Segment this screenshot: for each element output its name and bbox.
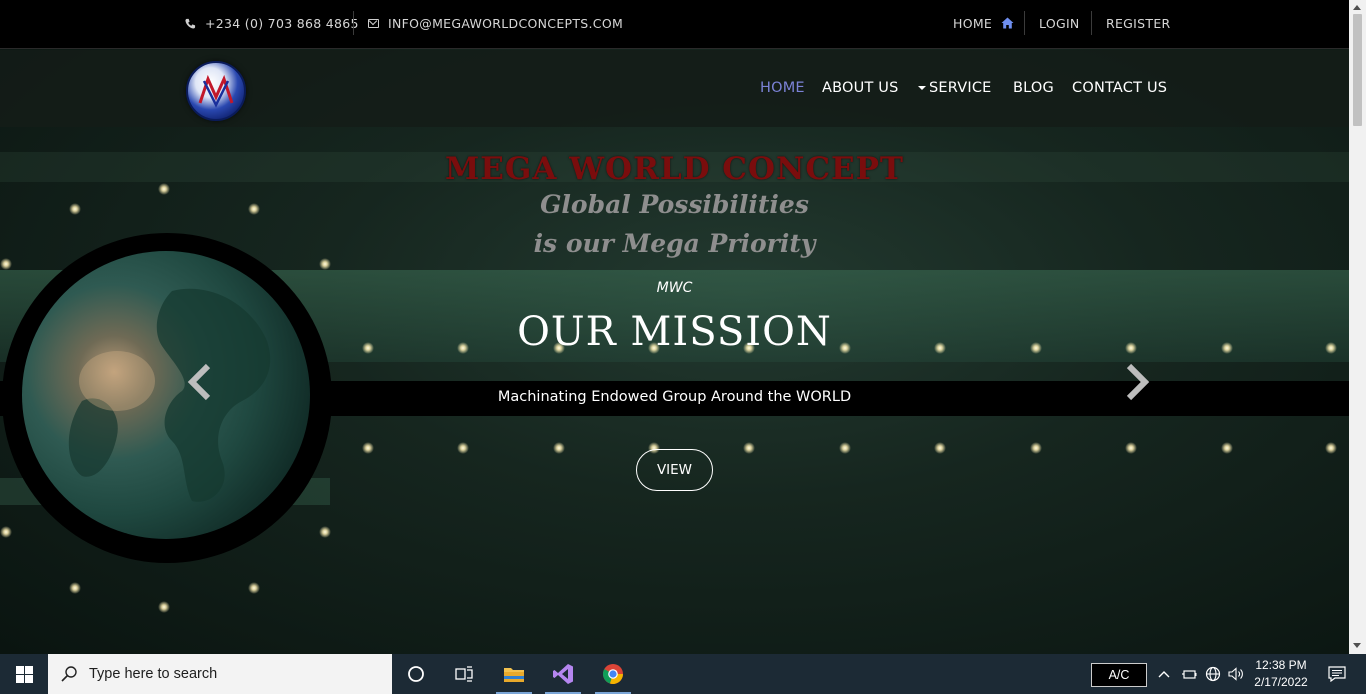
hero-light	[362, 442, 374, 454]
action-center-button[interactable]	[1317, 654, 1357, 694]
hero-light	[319, 258, 331, 270]
visual-studio-icon	[553, 664, 573, 684]
task-view-icon	[455, 666, 473, 682]
start-button[interactable]	[0, 654, 48, 694]
battery-plug-icon	[1182, 670, 1197, 679]
taskbar-file-explorer[interactable]	[494, 654, 534, 694]
clock-date: 2/17/2022	[1254, 675, 1308, 689]
nav-about-us[interactable]: ABOUT US	[822, 80, 899, 96]
home-icon	[1001, 17, 1014, 29]
taskbar-clock[interactable]: 12:38 PM 2/17/2022	[1250, 657, 1312, 691]
hero-light	[69, 582, 81, 594]
contact-phone[interactable]: +234 (0) 703 868 4865	[185, 0, 359, 46]
hero-light	[1221, 442, 1233, 454]
top-info-bar: +234 (0) 703 868 4865 INFO@MEGAWORLDCONC…	[0, 0, 1349, 49]
nav-blog[interactable]: BLOG	[1013, 80, 1054, 96]
caret-down-icon	[918, 86, 926, 90]
top-home-link[interactable]: HOME	[953, 0, 1014, 46]
tray-volume[interactable]	[1225, 654, 1247, 694]
show-hidden-icons[interactable]	[1154, 654, 1174, 694]
contact-email[interactable]: INFO@MEGAWORLDCONCEPTS.COM	[368, 0, 623, 46]
search-icon	[61, 666, 77, 682]
windows-logo-icon	[15, 665, 33, 683]
hero-light	[0, 258, 12, 270]
search-placeholder: Type here to search	[89, 666, 218, 682]
hero-light	[553, 442, 565, 454]
taskbar-visual-studio[interactable]	[543, 654, 583, 694]
clock-time: 12:38 PM	[1255, 658, 1307, 672]
hero-tagline-line-1: Global Possibilities	[540, 190, 809, 219]
carousel-next-icon[interactable]	[1117, 362, 1157, 402]
hero-title: OUR MISSION	[517, 309, 832, 355]
hero-light	[319, 526, 331, 538]
hero-tagline-line-2: is our Mega Priority	[533, 229, 816, 258]
cortana-button[interactable]	[396, 654, 436, 694]
hero-brand-title: MEGA WORLD CONCEPT	[444, 151, 904, 187]
hero-light	[1030, 442, 1042, 454]
hero-kicker: MWC	[656, 280, 693, 296]
nav-contact-us[interactable]: CONTACT US	[1072, 80, 1167, 96]
scroll-down-icon[interactable]	[1353, 643, 1361, 648]
taskbar-search-box[interactable]: Type here to search	[48, 654, 392, 694]
speaker-icon	[1228, 667, 1243, 681]
site-logo[interactable]	[186, 61, 246, 121]
phone-number: +234 (0) 703 868 4865	[205, 15, 359, 31]
top-home-label: HOME	[953, 15, 993, 31]
tray-ac-label[interactable]: A/C	[1091, 663, 1147, 687]
notification-icon	[1328, 666, 1346, 682]
windows-taskbar: Type here to search A/C 12:38 PM 2/17/20…	[0, 654, 1366, 694]
hero-light	[1325, 442, 1337, 454]
page-scrollbar[interactable]	[1349, 0, 1366, 654]
divider	[1091, 11, 1092, 35]
web-page: MEGA WORLD CONCEPT Global Possibilities …	[0, 0, 1349, 654]
cortana-circle-icon	[408, 666, 424, 682]
hero-light	[248, 582, 260, 594]
nav-service[interactable]: SERVICE	[918, 80, 992, 96]
hero-light	[457, 442, 469, 454]
tray-network[interactable]	[1202, 654, 1224, 694]
taskbar-chrome[interactable]	[593, 654, 633, 694]
folder-icon	[504, 668, 524, 682]
hero-light	[0, 526, 12, 538]
tray-battery[interactable]	[1178, 654, 1200, 694]
task-view-button[interactable]	[444, 654, 484, 694]
carousel-prev-icon[interactable]	[180, 362, 220, 402]
view-button[interactable]: VIEW	[636, 449, 713, 491]
nav-home[interactable]: HOME	[760, 80, 805, 96]
login-link[interactable]: LOGIN	[1039, 0, 1080, 46]
hero-light	[1125, 442, 1137, 454]
globe-network-icon	[1205, 666, 1221, 682]
divider	[1024, 11, 1025, 35]
hero-light	[839, 442, 851, 454]
main-navbar: HOME ABOUT US SERVICE BLOG CONTACT US	[0, 50, 1349, 127]
hero-light	[158, 601, 170, 613]
phone-icon	[185, 18, 196, 29]
register-link[interactable]: REGISTER	[1106, 0, 1171, 46]
hero-light	[934, 442, 946, 454]
divider	[353, 11, 354, 35]
nav-service-label: SERVICE	[929, 80, 992, 96]
email-address: INFO@MEGAWORLDCONCEPTS.COM	[388, 15, 624, 31]
chevron-up-icon	[1158, 671, 1170, 678]
envelope-icon	[368, 18, 379, 28]
scroll-thumb[interactable]	[1353, 14, 1362, 126]
chrome-icon	[602, 664, 623, 684]
hero-light	[743, 442, 755, 454]
scroll-up-icon[interactable]	[1353, 5, 1361, 10]
